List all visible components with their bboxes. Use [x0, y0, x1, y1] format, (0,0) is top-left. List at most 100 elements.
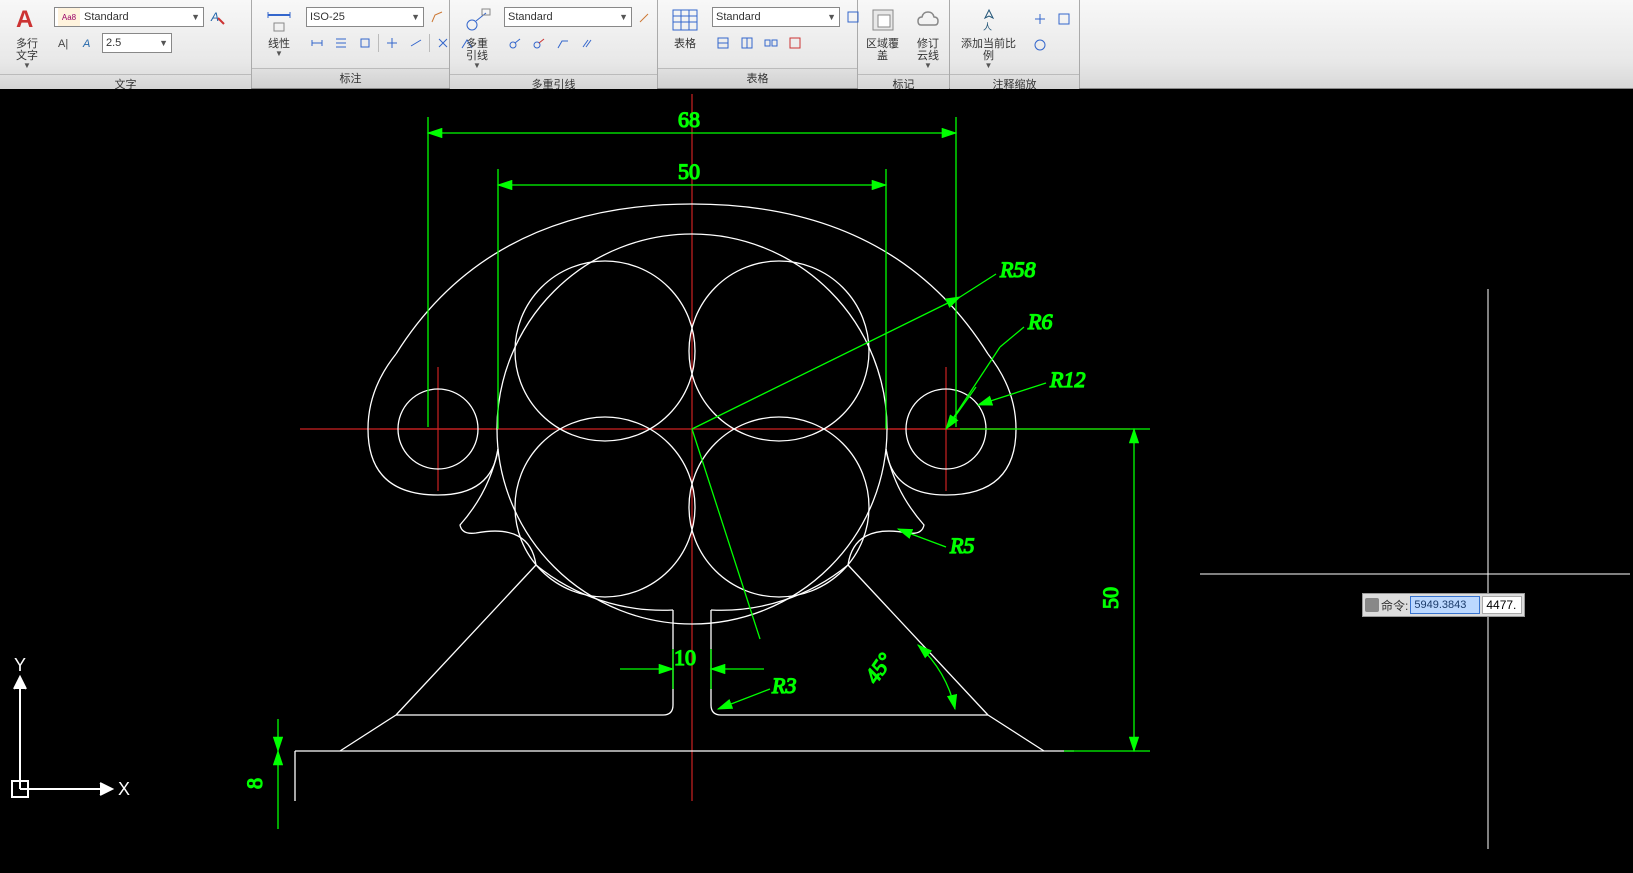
- dim-tool-2[interactable]: [330, 32, 352, 54]
- text-style-combo[interactable]: Aa8 Standard ▼: [54, 7, 204, 27]
- panel-dim: 线性 ▼ ISO-25 ▼: [252, 0, 450, 88]
- centerlines: [300, 94, 1130, 801]
- table-tool-3[interactable]: [760, 32, 782, 54]
- mleader-tool-3[interactable]: [552, 32, 574, 54]
- command-input-x[interactable]: [1410, 596, 1480, 614]
- chevron-down-icon: ▼: [23, 61, 31, 70]
- svg-text:A: A: [82, 38, 90, 50]
- chevron-down-icon: ▼: [156, 38, 168, 48]
- text-height-button[interactable]: A: [78, 32, 100, 54]
- dim-v50: 50: [1098, 587, 1123, 609]
- wipeout-label: 区域覆盖: [865, 38, 900, 62]
- geometry: [295, 204, 1074, 801]
- scale-tool-2[interactable]: [1053, 8, 1075, 30]
- mleader-tool-1[interactable]: [504, 32, 526, 54]
- table-style-value: Standard: [716, 11, 824, 23]
- panel-annoscale: 人 添加当前比例 ▼ 注释缩放: [950, 0, 1080, 88]
- mleader-tool-4[interactable]: [576, 32, 598, 54]
- dim-r3: R3: [771, 673, 796, 698]
- svg-text:A|: A|: [58, 38, 68, 50]
- dim-tool-3[interactable]: [354, 32, 376, 54]
- mleader-tool-2[interactable]: [528, 32, 550, 54]
- dim-style-value: ISO-25: [310, 11, 408, 23]
- drawing-viewport[interactable]: 68 50 10 50 8 45° R58 R6 R12: [0, 89, 1633, 868]
- mtext-button[interactable]: A 多行 文字 ▼: [6, 2, 48, 72]
- text-height-value: 2.5: [106, 37, 156, 49]
- ucs-x-label: X: [118, 779, 130, 799]
- panel-text: A 多行 文字 ▼ Aa8 Standard ▼ A A|: [0, 0, 252, 88]
- dim-r5: R5: [949, 533, 974, 558]
- dim-r6: R6: [1027, 309, 1052, 334]
- svg-text:A: A: [16, 6, 33, 33]
- chevron-down-icon: ▼: [408, 12, 420, 22]
- command-icon: [1365, 598, 1379, 612]
- cursor-crosshair: [1200, 289, 1630, 849]
- dim-r58: R58: [999, 257, 1035, 282]
- wipeout-icon: [867, 4, 899, 36]
- add-scale-icon: 人: [973, 4, 1005, 36]
- dim-linear-icon: [263, 4, 295, 36]
- revcloud-icon: [912, 4, 944, 36]
- dim-tool-5[interactable]: [405, 32, 427, 54]
- table-button[interactable]: 表格: [664, 2, 706, 52]
- mleader-button[interactable]: 多重 引线 ▼: [456, 2, 498, 72]
- text-style-value: Standard: [80, 11, 188, 23]
- drawing-svg: 68 50 10 50 8 45° R58 R6 R12: [0, 89, 1633, 868]
- dim-tool-1[interactable]: [306, 32, 328, 54]
- ucs-icon: X Y: [12, 655, 130, 799]
- dim-10: 10: [674, 645, 696, 670]
- chevron-down-icon: ▼: [824, 12, 836, 22]
- revcloud-button[interactable]: 修订 云线 ▼: [910, 2, 946, 72]
- panel-table-title: 表格: [658, 68, 857, 88]
- mleader-style-combo[interactable]: Standard ▼: [504, 7, 632, 27]
- table-tool-4[interactable]: [784, 32, 806, 54]
- dim-v8: 8: [242, 778, 267, 789]
- command-label: 命令:: [1381, 597, 1408, 614]
- dimensions: 68 50 10 50 8 45° R58 R6 R12: [242, 107, 1150, 829]
- chevron-down-icon: ▼: [188, 12, 200, 22]
- dim-tool-4[interactable]: [381, 32, 403, 54]
- dim-linear-button[interactable]: 线性 ▼: [258, 2, 300, 60]
- ribbon: A 多行 文字 ▼ Aa8 Standard ▼ A A|: [0, 0, 1633, 89]
- panel-markup: 区域覆盖 修订 云线 ▼ 标记: [858, 0, 950, 88]
- table-tool-1[interactable]: [712, 32, 734, 54]
- mtext-label: 多行 文字: [16, 38, 38, 62]
- wipeout-button[interactable]: 区域覆盖: [861, 2, 904, 64]
- scale-tool-1[interactable]: [1029, 8, 1051, 30]
- chevron-down-icon: ▼: [985, 61, 993, 70]
- scale-tool-3[interactable]: [1029, 34, 1051, 56]
- find-text-button[interactable]: A: [206, 6, 228, 28]
- mtext-icon: A: [11, 4, 43, 36]
- chevron-down-icon: ▼: [473, 61, 481, 70]
- mleader-label: 多重 引线: [466, 38, 488, 62]
- chevron-down-icon: ▼: [275, 49, 283, 58]
- mleader-style-edit-button[interactable]: [634, 6, 656, 28]
- add-scale-label: 添加当前比例: [958, 38, 1019, 62]
- table-style-combo[interactable]: Standard ▼: [712, 7, 840, 27]
- dim-r12: R12: [1049, 367, 1085, 392]
- table-tool-2[interactable]: [736, 32, 758, 54]
- add-current-scale-button[interactable]: 人 添加当前比例 ▼: [954, 2, 1023, 72]
- dim-50: 50: [678, 159, 700, 184]
- revcloud-label: 修订 云线: [917, 38, 939, 62]
- table-icon: [669, 4, 701, 36]
- panel-dim-title: 标注: [252, 68, 449, 88]
- chevron-down-icon: ▼: [924, 61, 932, 70]
- chevron-down-icon: ▼: [616, 12, 628, 22]
- command-input-y[interactable]: 4477.: [1482, 596, 1522, 614]
- dim-style-edit-button[interactable]: [426, 6, 448, 28]
- ucs-y-label: Y: [14, 655, 26, 675]
- mleader-style-value: Standard: [508, 11, 616, 23]
- dynamic-input: 命令: 4477.: [1362, 593, 1525, 617]
- mleader-icon: [461, 4, 493, 36]
- dim-45: 45°: [860, 648, 898, 688]
- svg-text:人: 人: [983, 22, 992, 32]
- svg-text:A: A: [210, 10, 219, 24]
- panel-table: 表格 Standard ▼ 表格: [658, 0, 858, 88]
- singleline-text-button[interactable]: A|: [54, 32, 76, 54]
- dim-68: 68: [678, 107, 700, 132]
- text-style-preview: Aa8: [58, 8, 80, 26]
- panel-mleader: 多重 引线 ▼ Standard ▼ 多重引线: [450, 0, 658, 88]
- text-height-combo[interactable]: 2.5 ▼: [102, 33, 172, 53]
- dim-style-combo[interactable]: ISO-25 ▼: [306, 7, 424, 27]
